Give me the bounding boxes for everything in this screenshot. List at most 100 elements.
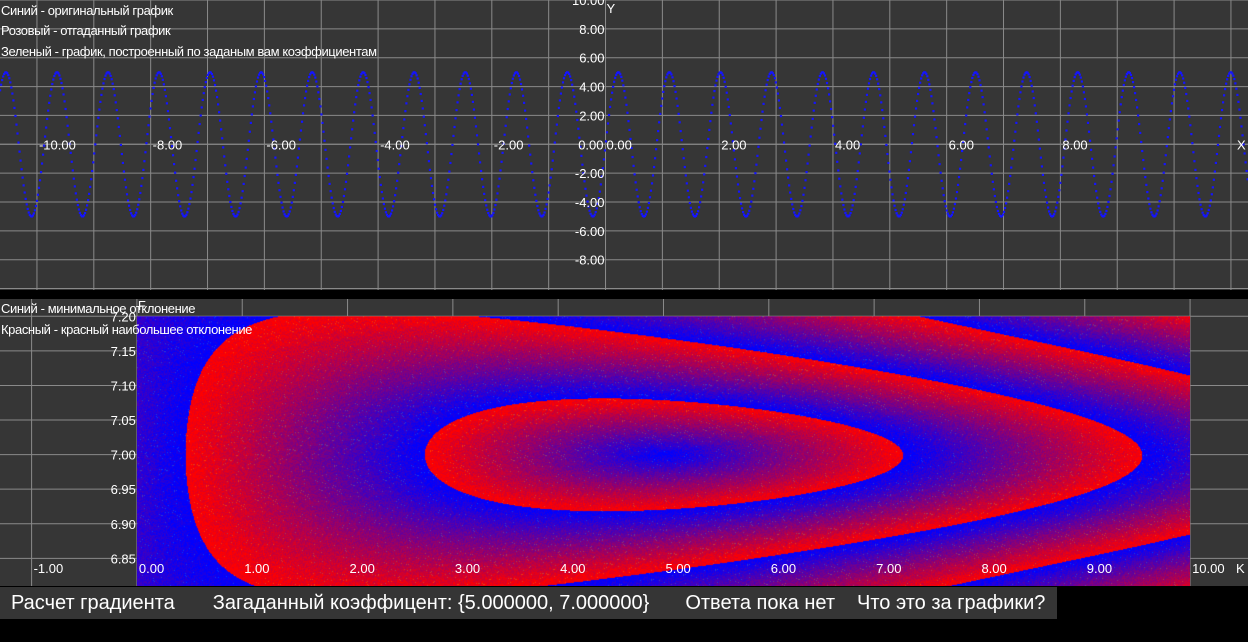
curve-point [569, 75, 572, 78]
curve-point [327, 174, 330, 178]
curve-point [178, 200, 181, 203]
curve-point [1147, 197, 1150, 200]
curve-point [984, 119, 987, 122]
curve-point [388, 214, 392, 217]
curve-point [470, 93, 473, 96]
curve-point [729, 122, 732, 125]
curve-point [790, 197, 793, 201]
curve-point [825, 81, 829, 85]
curve-point [740, 207, 744, 210]
curve-point [793, 211, 796, 214]
curve-point [1110, 180, 1113, 183]
curve-point [531, 171, 534, 174]
curve-point [228, 194, 231, 198]
curve-point [136, 208, 139, 211]
curve-point [416, 77, 419, 80]
curve-point [1012, 148, 1015, 151]
curve-point [331, 202, 334, 205]
curve-point [202, 92, 205, 95]
curve-point [621, 79, 624, 82]
curve-point [778, 106, 782, 110]
curve-point [810, 126, 813, 129]
curve-point [953, 202, 957, 206]
curve-point [7, 74, 10, 77]
curve-point [543, 211, 546, 214]
curve-point [109, 74, 112, 77]
curve-point [776, 92, 779, 95]
curve-point [1211, 186, 1214, 189]
x-tick-label: -10.00 [39, 137, 76, 152]
curve-point [84, 208, 88, 211]
curve-point [683, 165, 686, 169]
curve-point [1189, 124, 1192, 127]
curve-point [712, 96, 715, 99]
curve-point [704, 164, 707, 167]
curve-point [983, 111, 986, 114]
curve-point [673, 84, 676, 88]
curve-point [255, 80, 259, 83]
curve-point [800, 204, 803, 208]
curve-point [11, 92, 14, 95]
curve-point [498, 177, 501, 180]
curve-point [626, 111, 629, 114]
curve-point [1020, 85, 1023, 88]
curve-point [1221, 101, 1225, 104]
curve-point [1113, 155, 1116, 158]
curve-point [1149, 207, 1152, 210]
curve-point [126, 199, 130, 202]
curve-point [287, 213, 290, 216]
curve-point [505, 116, 508, 119]
curve-point [249, 121, 252, 125]
curve-point [1150, 211, 1153, 214]
curve-point [1067, 112, 1070, 115]
curve-point [809, 135, 812, 138]
curve-point [1080, 80, 1083, 83]
curve-point [421, 107, 424, 110]
curve-point [649, 189, 653, 192]
curve-point [537, 209, 540, 212]
answer-label: Ответа пока нет [685, 591, 836, 614]
curve-point [393, 200, 396, 203]
curve-point [1207, 208, 1210, 212]
curve-point [702, 181, 705, 184]
curve-point [0, 89, 2, 92]
curve-point [1001, 213, 1005, 216]
curve-point [990, 172, 993, 175]
curve-point [571, 83, 574, 86]
curve-point [197, 131, 200, 135]
curve-point [129, 212, 133, 215]
curve-point [914, 107, 918, 110]
curve-point [453, 125, 456, 129]
help-button[interactable]: Что это за графики? [835, 592, 1057, 615]
curve-point [420, 99, 423, 103]
curve-point [1238, 108, 1241, 111]
curve-point [803, 186, 806, 189]
curve-point [1036, 129, 1039, 132]
gradient-button[interactable]: Расчет градиента [0, 592, 175, 615]
curve-point [396, 179, 399, 182]
curve-point [987, 146, 990, 149]
curve-point [805, 171, 808, 174]
curve-point [550, 168, 553, 171]
curve-point [456, 101, 459, 104]
curve-point [175, 179, 178, 182]
curve-point [390, 209, 394, 212]
curve-point [562, 77, 566, 80]
curve-point [1042, 181, 1046, 184]
curve-point [895, 212, 898, 215]
curve-point [852, 198, 855, 202]
curve-point [376, 158, 379, 162]
curve-point [1172, 88, 1176, 91]
curve-point [879, 94, 882, 97]
curve-point [219, 119, 222, 122]
curve-point [634, 181, 637, 184]
curve-point [139, 191, 142, 195]
curve-point [1131, 81, 1135, 84]
curve-point [146, 133, 149, 136]
curve-point [818, 74, 821, 78]
curve-point [377, 167, 380, 170]
curve-point [61, 87, 64, 90]
curve-point [1116, 128, 1119, 131]
curve-point [144, 151, 147, 154]
curve-point [319, 105, 322, 108]
